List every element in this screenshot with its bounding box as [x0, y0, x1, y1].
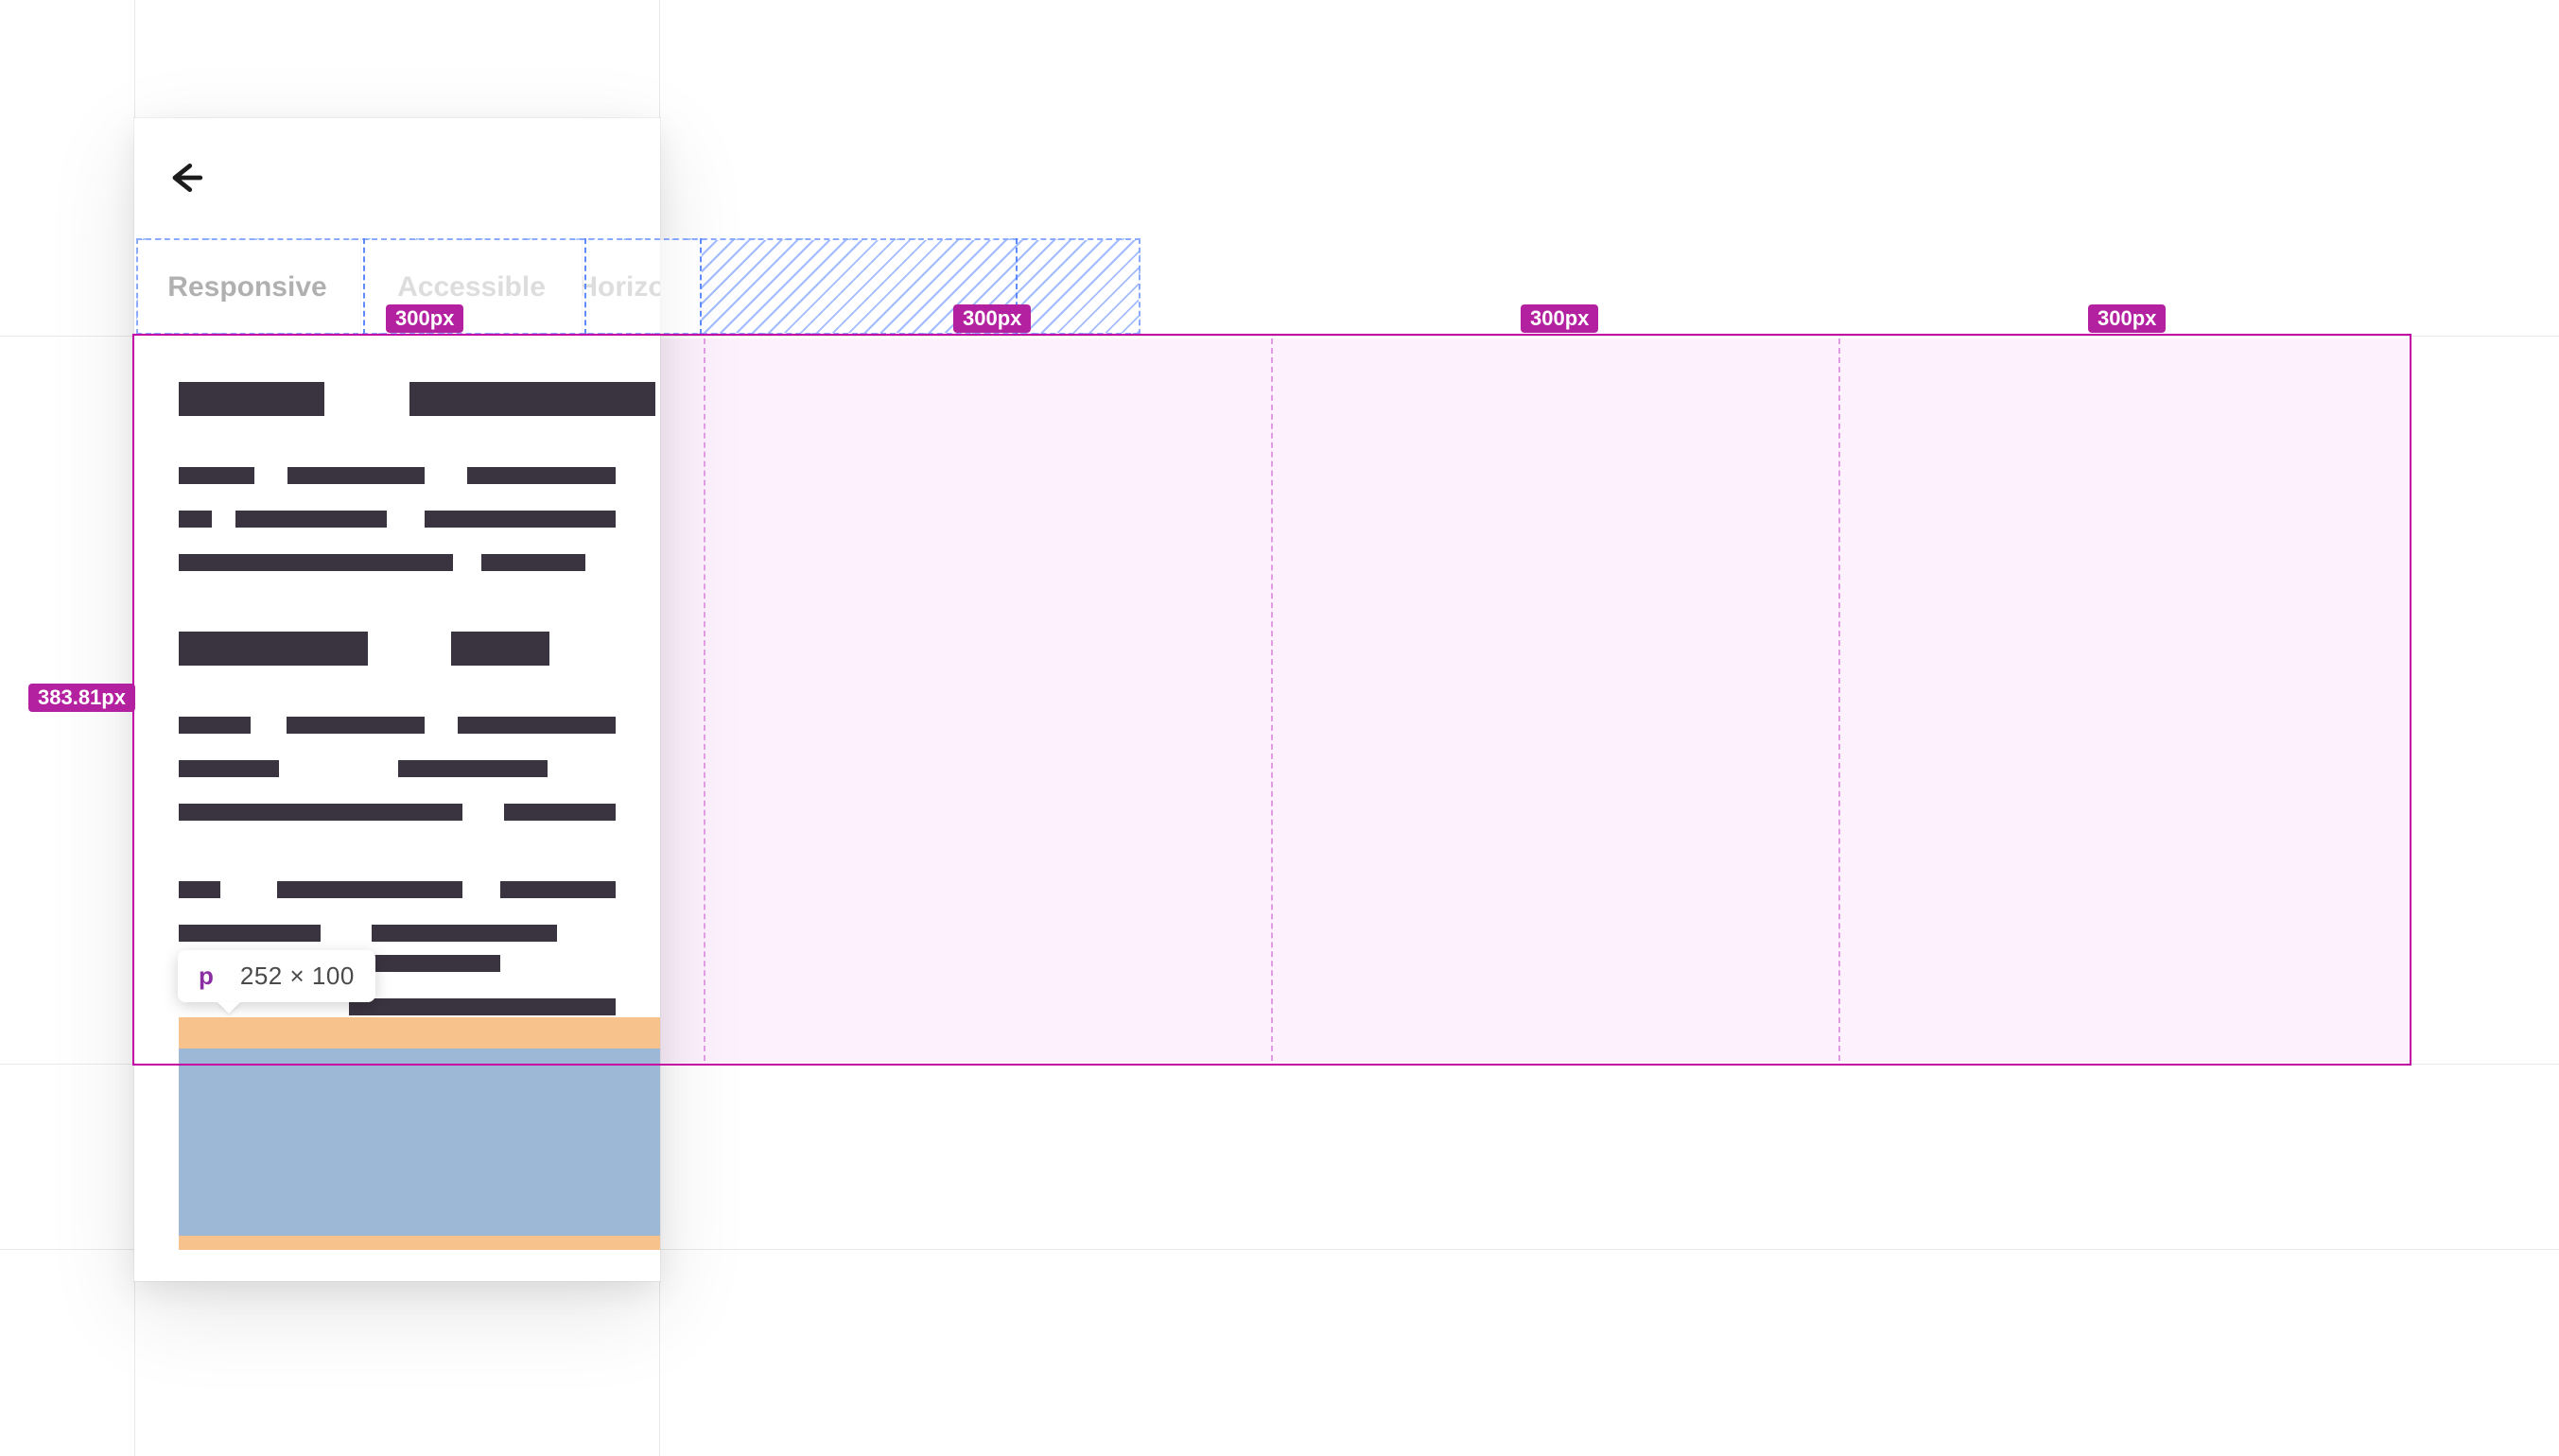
boxmodel-content-highlight	[179, 1049, 660, 1236]
tab-label: Horizo	[583, 271, 660, 303]
measure-value: 300px	[1530, 306, 1589, 330]
skeleton-line	[179, 717, 616, 734]
flex-item-separator	[363, 238, 365, 335]
flex-column-guide	[1838, 338, 1840, 1061]
tab-responsive[interactable]: Responsive	[134, 238, 361, 337]
tab-panel-content	[134, 337, 660, 1015]
back-arrow-icon[interactable]	[165, 157, 206, 199]
skeleton-bar	[179, 632, 368, 666]
flex-column-guide	[704, 338, 705, 1061]
skeleton-section	[179, 632, 616, 821]
skeleton-line	[179, 760, 616, 777]
tab-label: Accessible	[397, 271, 546, 303]
skeleton-heading	[179, 382, 616, 416]
skeleton-line	[179, 881, 616, 898]
skeleton-line	[179, 925, 616, 942]
tooltip-tagname: p	[199, 962, 214, 991]
measure-value: 383.81px	[38, 685, 126, 709]
skeleton-line	[179, 554, 616, 571]
measure-value: 300px	[2098, 306, 2156, 330]
tab-label: Responsive	[167, 271, 326, 303]
tooltip-dimensions: 252 × 100	[240, 962, 355, 991]
skeleton-line	[179, 804, 616, 821]
element-info-tooltip: p 252 × 100	[178, 950, 375, 1002]
flex-item-separator	[700, 238, 702, 335]
screen-header	[134, 118, 660, 237]
skeleton-line	[179, 511, 616, 528]
skeleton-bar	[409, 382, 655, 416]
skeleton-heading	[179, 632, 616, 666]
measure-height-pill: 383.81px	[28, 684, 135, 712]
measure-width-pill: 300px	[2088, 304, 2166, 333]
flex-column-guide	[1271, 338, 1273, 1061]
skeleton-bar	[179, 382, 324, 416]
flex-item-separator	[584, 238, 586, 335]
skeleton-bar	[451, 632, 549, 666]
tab-horizontal-truncated[interactable]: Horizo	[583, 238, 660, 337]
skeleton-paragraph	[179, 717, 616, 821]
measure-width-pill: 300px	[953, 304, 1031, 333]
skeleton-line	[179, 467, 616, 484]
measure-width-pill: 300px	[1521, 304, 1598, 333]
skeleton-section	[179, 382, 616, 571]
skeleton-paragraph	[179, 467, 616, 571]
measure-value: 300px	[963, 306, 1021, 330]
measure-value: 300px	[395, 306, 454, 330]
measure-width-pill: 300px	[386, 304, 463, 333]
